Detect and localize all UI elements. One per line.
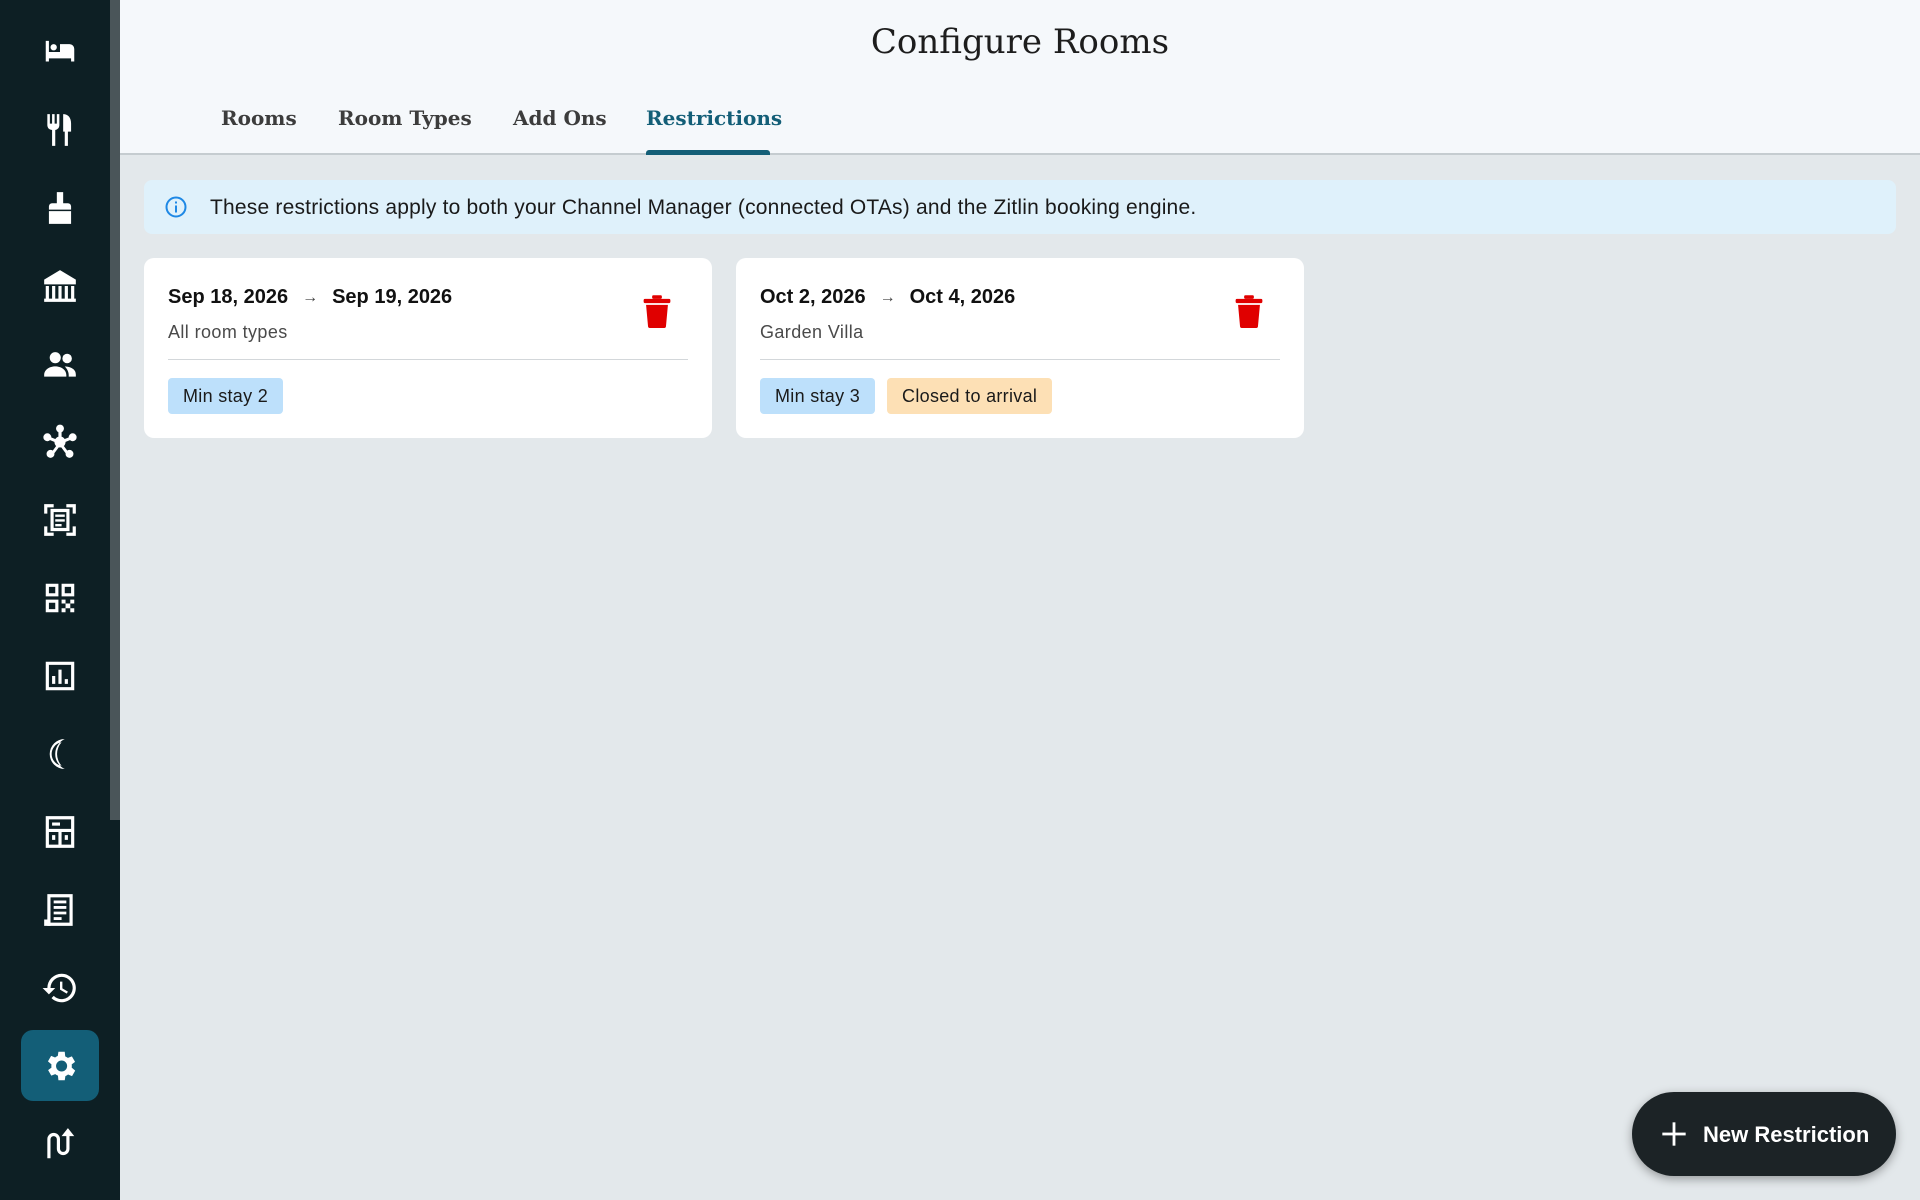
card-divider <box>760 359 1280 360</box>
room-type-label: All room types <box>168 322 288 342</box>
date-range: Sep 18, 2026 → Sep 19, 2026 <box>168 286 452 309</box>
sidebar-scrollbar[interactable] <box>110 0 120 820</box>
sidebar-item-network[interactable] <box>21 406 99 477</box>
sidebar-item-restaurant[interactable] <box>21 94 99 165</box>
tab-restrictions[interactable]: Restrictions <box>646 106 782 130</box>
info-icon <box>165 196 187 218</box>
qr-code-icon <box>45 583 75 612</box>
housekeeping-icon <box>48 191 72 224</box>
page-title: Configure Rooms <box>870 22 1170 62</box>
end-date: Oct 4, 2026 <box>909 286 1016 308</box>
sidebar-item-invoice[interactable] <box>21 874 99 945</box>
chip-list: Min stay 2 <box>168 378 284 414</box>
date-range: Oct 2, 2026 → Oct 4, 2026 <box>760 286 1015 309</box>
delete-icon[interactable] <box>1234 294 1264 328</box>
room-grid-icon <box>45 815 75 848</box>
sidebar-item-housekeeping[interactable] <box>21 172 99 243</box>
info-banner: These restrictions apply to both your Ch… <box>144 180 1896 234</box>
network-icon <box>43 424 77 458</box>
end-date: Sep 19, 2026 <box>332 286 453 308</box>
settings-icon <box>47 1051 76 1080</box>
sidebar-item-people[interactable] <box>21 328 99 399</box>
active-tab-indicator <box>646 150 770 155</box>
new-restriction-label: New Restriction <box>1703 1122 1870 1147</box>
channel-sync-icon <box>47 1127 75 1158</box>
new-restriction-button[interactable]: New Restriction <box>1632 1092 1896 1176</box>
sidebar-item-building[interactable] <box>21 250 99 321</box>
sidebar <box>0 0 120 1200</box>
min-stay-chip: Min stay 3 <box>760 378 876 414</box>
arrow-right-icon: → <box>879 288 896 306</box>
sidebar-item-bed[interactable] <box>21 16 99 87</box>
restriction-card: Oct 2, 2026 → Oct 4, 2026 Garden Villa M… <box>736 258 1304 438</box>
sidebar-item-channel-sync[interactable] <box>21 1108 99 1179</box>
restriction-card: Sep 18, 2026 → Sep 19, 2026 All room typ… <box>144 258 712 438</box>
history-icon <box>42 973 76 1002</box>
night-audit-icon <box>49 738 65 769</box>
tab-add-ons[interactable]: Add Ons <box>513 106 607 130</box>
report-chart-icon <box>45 661 75 690</box>
sidebar-item-reports[interactable] <box>21 640 99 711</box>
closed-to-arrival-chip: Closed to arrival <box>887 378 1053 414</box>
sidebar-item-room-grid[interactable] <box>21 796 99 867</box>
people-icon <box>44 351 76 377</box>
sidebar-item-settings[interactable] <box>21 1030 99 1101</box>
chip-list: Min stay 3 Closed to arrival <box>760 378 1053 414</box>
invoice-icon <box>44 893 73 926</box>
tab-rooms[interactable]: Rooms <box>221 106 297 130</box>
bed-icon <box>45 40 75 61</box>
plus-icon <box>1662 1122 1686 1146</box>
card-divider <box>168 359 688 360</box>
delete-icon[interactable] <box>642 294 672 328</box>
room-type-label: Garden Villa <box>760 322 864 342</box>
sidebar-item-receipt-scan[interactable] <box>21 484 99 555</box>
page-header: Configure Rooms Rooms Room Types Add Ons… <box>120 0 1920 155</box>
tab-room-types[interactable]: Room Types <box>338 106 472 130</box>
sidebar-item-night-audit[interactable] <box>21 718 99 789</box>
building-icon <box>44 269 76 302</box>
min-stay-chip: Min stay 2 <box>168 378 284 414</box>
start-date: Oct 2, 2026 <box>760 286 866 308</box>
arrow-right-icon: → <box>302 288 319 306</box>
receipt-scan-icon <box>44 503 76 536</box>
sidebar-item-qr[interactable] <box>21 562 99 633</box>
sidebar-item-history[interactable] <box>21 952 99 1023</box>
restaurant-icon <box>47 113 72 146</box>
start-date: Sep 18, 2026 <box>168 286 289 308</box>
info-banner-text: These restrictions apply to both your Ch… <box>210 196 1197 219</box>
